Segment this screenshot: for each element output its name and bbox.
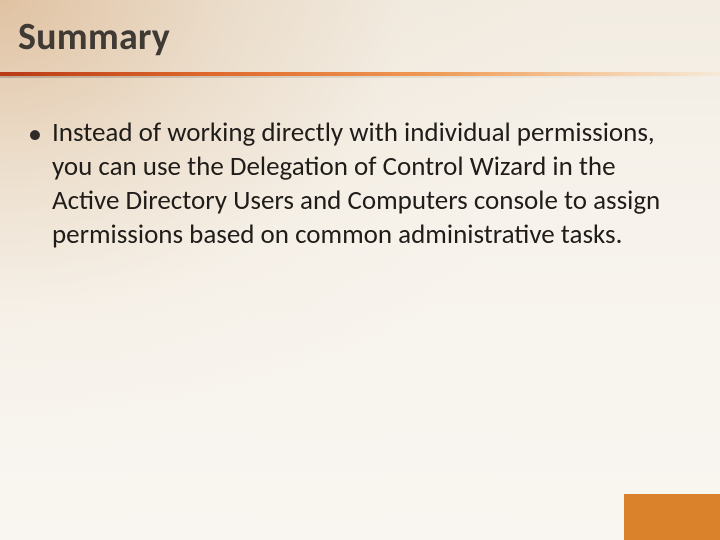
- bullet-icon: •: [28, 116, 42, 152]
- slide: Summary • Instead of working directly wi…: [0, 0, 720, 540]
- title-divider: [0, 72, 720, 78]
- bullet-text: Instead of working directly with individ…: [52, 116, 672, 252]
- accent-rectangle: [624, 494, 720, 540]
- slide-body: • Instead of working directly with indiv…: [48, 116, 672, 252]
- bullet-item: • Instead of working directly with indiv…: [48, 116, 672, 252]
- slide-title: Summary: [18, 14, 170, 60]
- divider-shadow: [0, 76, 720, 78]
